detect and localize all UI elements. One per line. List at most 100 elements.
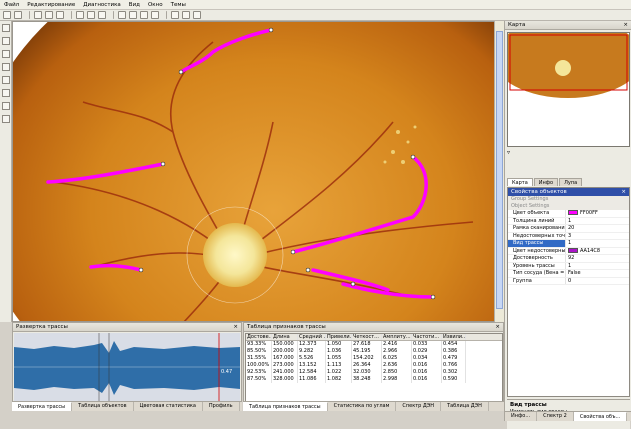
table-row[interactable]: 87.50% 328.000 11.086 1.082 38.248 2.998 0.016… — [246, 376, 502, 383]
prop-row-reliability[interactable]: Достоверность 92 — [508, 255, 629, 263]
column-header[interactable]: Извили... — [442, 334, 466, 340]
toolbar-separator — [71, 11, 72, 19]
table-row[interactable]: 92.53% 241.000 12.584 1.022 32.030 2.850 0.016… — [246, 369, 502, 376]
measure-tool-icon[interactable] — [2, 89, 10, 97]
properties-header: Свойства объектов × — [508, 188, 629, 196]
close-icon[interactable]: × — [495, 323, 500, 332]
trace-sweep-plot: 0.47 — [14, 333, 240, 401]
undo-icon[interactable] — [76, 11, 84, 19]
close-icon[interactable]: × — [621, 188, 626, 196]
column-header[interactable]: Длина — [272, 334, 298, 340]
tab-trace-sweep[interactable]: Развертка трассы — [12, 402, 73, 411]
prop-row-trace-view[interactable]: Вид трассы 1 — [508, 240, 629, 248]
map-thumbnail[interactable] — [493, 18, 631, 147]
tab-magnifier[interactable]: Лупа — [559, 178, 583, 186]
right-bottom-tabs: Инфо... Спектр 2 Свойства объ... — [505, 411, 631, 421]
tab-info-bottom[interactable]: Инфо... — [505, 412, 538, 421]
properties-title: Свойства объектов — [511, 189, 567, 195]
tab-map[interactable]: Карта — [507, 178, 533, 186]
column-header[interactable]: Привели... — [326, 334, 352, 340]
help-icon[interactable] — [98, 11, 106, 19]
scrollbar-thumb[interactable] — [496, 31, 503, 309]
tab-angle-stats[interactable]: Статистика по углам — [328, 402, 397, 411]
menu-bar: Файл Редактирование Диагностика Вид Окно… — [0, 0, 631, 10]
fundus-image — [13, 22, 503, 321]
trace-tool-icon[interactable] — [2, 37, 10, 45]
right-panel: Карта × ▿ Карта Инфо Лупа Свойства объек… — [493, 18, 631, 429]
tab-trace-features[interactable]: Таблица признаков трассы — [243, 402, 328, 411]
map-panel-title: Карта — [508, 22, 526, 28]
main-vertical-scrollbar[interactable] — [494, 21, 504, 322]
table-row[interactable]: 31.55% 167.000 5.526 1.055 154.202 6.025 0.034… — [246, 355, 502, 362]
pen-tool-icon[interactable] — [2, 50, 10, 58]
column-header[interactable]: Средний ... — [298, 334, 326, 340]
menu-themes[interactable]: Темы — [171, 2, 186, 8]
image-icon[interactable] — [118, 11, 126, 19]
toolbar-separator — [113, 11, 114, 19]
group-settings-category[interactable]: Group Settings — [508, 196, 629, 203]
close-icon[interactable]: × — [233, 323, 238, 332]
sweep-cursor-value: 0.47 — [221, 369, 232, 375]
properties-grid: Свойства объектов × Group Settings Objec… — [507, 187, 630, 397]
prop-row-vessel-type[interactable]: Тип сосуда (Вена = 1) False — [508, 270, 629, 278]
tab-object-table[interactable]: Таблица объектов — [72, 402, 134, 411]
tab-profile[interactable]: Профиль — [203, 402, 240, 411]
menu-file[interactable]: Файл — [4, 2, 19, 8]
tab-info[interactable]: Инфо — [533, 178, 559, 186]
table-header-row: Достове... Длина Средний ... Привели... … — [246, 334, 502, 341]
table-row[interactable]: 85.50% 200.000 9.282 1.036 45.195 2.966 0.029 0… — [246, 348, 502, 355]
prop-row-trace-level[interactable]: Уровень трассы 1 — [508, 262, 629, 270]
menu-view[interactable]: Вид — [129, 2, 140, 8]
map-fundus-image — [493, 18, 631, 146]
prop-row-line-width[interactable]: Толщина линий 1 — [508, 217, 629, 225]
trace-panel-title: Развертка трассы — [16, 324, 68, 330]
object-settings-category[interactable]: Object Settings — [508, 203, 629, 210]
features-table: Достове... Длина Средний ... Привели... … — [245, 333, 503, 403]
line-tool-icon[interactable] — [2, 63, 10, 71]
toolbar-separator — [166, 11, 167, 19]
column-header[interactable]: Частоти... — [412, 334, 442, 340]
column-header[interactable]: Четкост... — [352, 334, 382, 340]
table-panel-title: Таблица признаков трассы — [247, 324, 326, 330]
marker-tool-icon[interactable] — [2, 115, 10, 123]
tab-spectrum-2[interactable]: Спектр 2 — [537, 412, 574, 421]
optic-disc — [203, 223, 267, 287]
print-icon[interactable] — [151, 11, 159, 19]
fundus-image-view[interactable] — [12, 21, 504, 322]
prop-row-uncertain-color[interactable]: Цвет недостоверных AA14C8 — [508, 247, 629, 255]
angle-tool-icon[interactable] — [2, 76, 10, 84]
open-icon[interactable] — [3, 11, 11, 19]
column-header[interactable]: Амплиту... — [382, 334, 412, 340]
zoom-out-icon[interactable] — [182, 11, 190, 19]
color-swatch — [568, 247, 578, 253]
save-icon[interactable] — [14, 11, 22, 19]
camera-icon[interactable] — [140, 11, 148, 19]
menu-window[interactable]: Окно — [148, 2, 163, 8]
menu-diagnostics[interactable]: Диагностика — [83, 2, 121, 8]
table-row[interactable]: 100.00% 273.000 13.152 1.113 26.364 2.636 0.01… — [246, 362, 502, 369]
trace-sweep-band — [14, 341, 240, 395]
cut-icon[interactable] — [34, 11, 42, 19]
zoom-in-icon[interactable] — [171, 11, 179, 19]
erase-tool-icon[interactable] — [2, 102, 10, 110]
column-header[interactable]: Достове... — [246, 334, 272, 340]
close-icon[interactable]: × — [623, 21, 628, 30]
redo-icon[interactable] — [87, 11, 95, 19]
prop-row-scan-frame[interactable]: Рамка сканирования 20 — [508, 225, 629, 233]
tab-color-stats[interactable]: Цветовая статистика — [134, 402, 203, 411]
paste-icon[interactable] — [56, 11, 64, 19]
pointer-tool-icon[interactable] — [2, 24, 10, 32]
zoom-fit-icon[interactable] — [193, 11, 201, 19]
menu-edit[interactable]: Редактирование — [27, 2, 75, 8]
map-expand-icon[interactable]: ▿ — [507, 149, 510, 156]
prop-row-object-color[interactable]: Цвет объекта FF00FF — [508, 210, 629, 218]
tab-object-properties[interactable]: Свойства объ... — [573, 412, 628, 421]
prop-row-group[interactable]: Группа 0 — [508, 277, 629, 285]
copy-icon[interactable] — [45, 11, 53, 19]
tab-den-table[interactable]: Таблица ДЭН — [441, 402, 489, 411]
prop-row-uncertain-points[interactable]: Недостоверных точек 3 — [508, 232, 629, 240]
trace-panel-header: Развертка трассы × — [13, 323, 241, 332]
table-row[interactable]: 93.33% 150.000 12.373 1.050 27.618 2.416 0.033… — [246, 341, 502, 348]
grid-icon[interactable] — [129, 11, 137, 19]
tab-den-spectrum[interactable]: Спектр ДЭН — [396, 402, 442, 411]
